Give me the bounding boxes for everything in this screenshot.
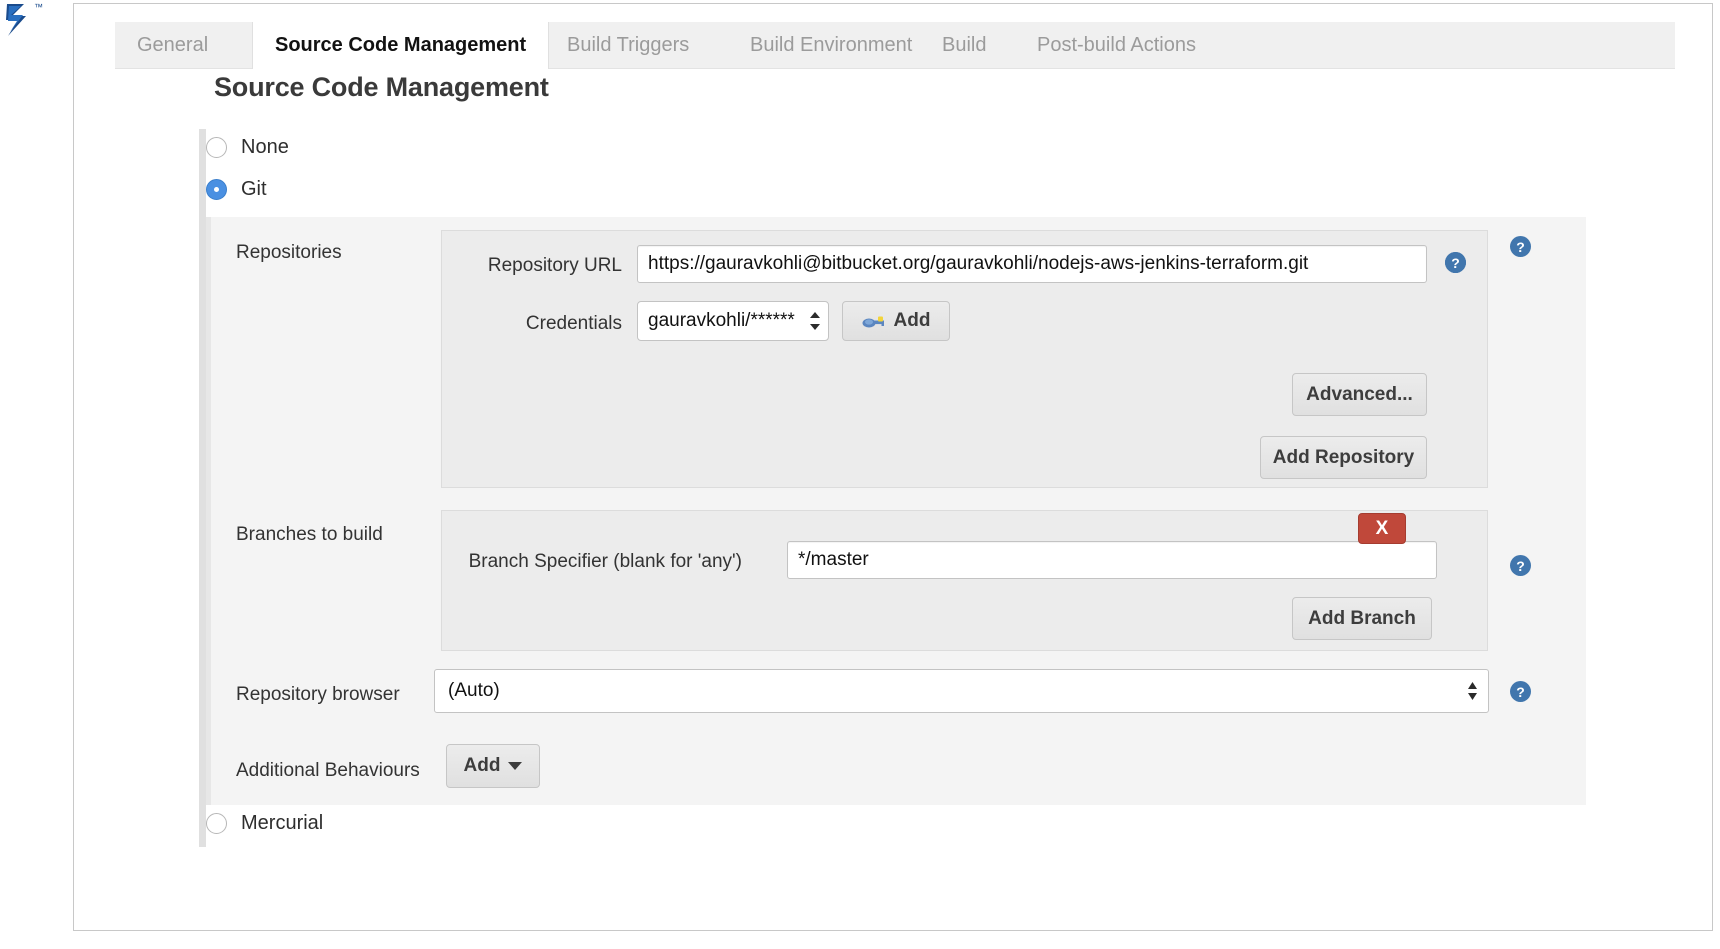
add-credentials-button[interactable]: Add: [842, 301, 950, 341]
scm-option-mercurial[interactable]: Mercurial: [206, 812, 323, 835]
jenkins-logo: ™: [4, 2, 48, 42]
chevron-down-icon: [508, 762, 522, 770]
scm-option-none[interactable]: None: [206, 136, 289, 159]
tab-build[interactable]: Build: [920, 22, 1008, 69]
git-config-block: Repositories Repository URL https://gaur…: [206, 217, 1586, 805]
scm-option-none-label: None: [241, 136, 289, 159]
config-window: General Source Code Management Build Tri…: [73, 3, 1713, 931]
radio-git[interactable]: [206, 179, 227, 200]
branches-to-build-label: Branches to build: [236, 524, 383, 546]
svg-text:?: ?: [1516, 558, 1525, 574]
repository-browser-help-icon[interactable]: ?: [1509, 680, 1532, 703]
repositories-label: Repositories: [236, 242, 342, 264]
svg-text:?: ?: [1516, 239, 1525, 255]
tab-general[interactable]: General: [115, 22, 230, 69]
tab-post-build-actions[interactable]: Post-build Actions: [1015, 22, 1218, 69]
scm-option-git[interactable]: Git: [206, 178, 267, 201]
page-title: Source Code Management: [214, 72, 549, 103]
credentials-key-icon: [862, 313, 886, 329]
git-block-rail: [206, 217, 211, 805]
additional-behaviours-add-label: Add: [464, 755, 501, 777]
svg-text:?: ?: [1516, 684, 1525, 700]
repository-url-input[interactable]: https://gauravkohli@bitbucket.org/gaurav…: [637, 245, 1427, 283]
credentials-select[interactable]: gauravkohli/******: [637, 301, 829, 341]
trademark-symbol: ™: [34, 2, 43, 12]
tab-build-environment[interactable]: Build Environment: [728, 22, 934, 69]
advanced-button[interactable]: Advanced...: [1292, 373, 1427, 416]
repositories-help-icon[interactable]: ?: [1509, 235, 1532, 258]
repository-browser-value: (Auto): [448, 680, 500, 702]
tab-build-triggers[interactable]: Build Triggers: [545, 22, 711, 69]
radio-none[interactable]: [206, 137, 227, 158]
delete-branch-button[interactable]: X: [1358, 513, 1406, 544]
repository-url-label: Repository URL: [452, 255, 622, 277]
repository-browser-label: Repository browser: [236, 684, 400, 706]
add-credentials-button-label: Add: [894, 310, 931, 332]
add-repository-button[interactable]: Add Repository: [1260, 436, 1427, 479]
repositories-card: Repository URL https://gauravkohli@bitbu…: [441, 230, 1488, 488]
branch-specifier-label: Branch Specifier (blank for 'any'): [452, 551, 742, 573]
config-tab-bar: General Source Code Management Build Tri…: [115, 22, 1675, 69]
section-rail: [199, 129, 206, 847]
svg-text:?: ?: [1451, 255, 1460, 271]
branch-specifier-help-icon[interactable]: ?: [1509, 554, 1532, 577]
scm-option-mercurial-label: Mercurial: [241, 812, 323, 835]
select-updown-arrows-icon: [810, 310, 819, 332]
add-branch-button[interactable]: Add Branch: [1292, 597, 1432, 640]
scm-option-git-label: Git: [241, 178, 267, 201]
jenkins-logo-glyph: [4, 2, 38, 40]
repository-browser-select[interactable]: (Auto): [434, 669, 1489, 713]
credentials-select-value: gauravkohli/******: [648, 310, 795, 332]
branch-specifier-input[interactable]: */master: [787, 541, 1437, 579]
repository-url-help-icon[interactable]: ?: [1444, 251, 1467, 274]
tab-source-code-management[interactable]: Source Code Management: [252, 22, 549, 69]
repository-browser-updown-arrows-icon: [1467, 680, 1476, 702]
branches-card: Branch Specifier (blank for 'any') */mas…: [441, 510, 1488, 651]
credentials-label: Credentials: [452, 313, 622, 335]
additional-behaviours-label: Additional Behaviours: [236, 760, 420, 782]
additional-behaviours-add-button[interactable]: Add: [446, 744, 540, 788]
radio-mercurial[interactable]: [206, 813, 227, 834]
